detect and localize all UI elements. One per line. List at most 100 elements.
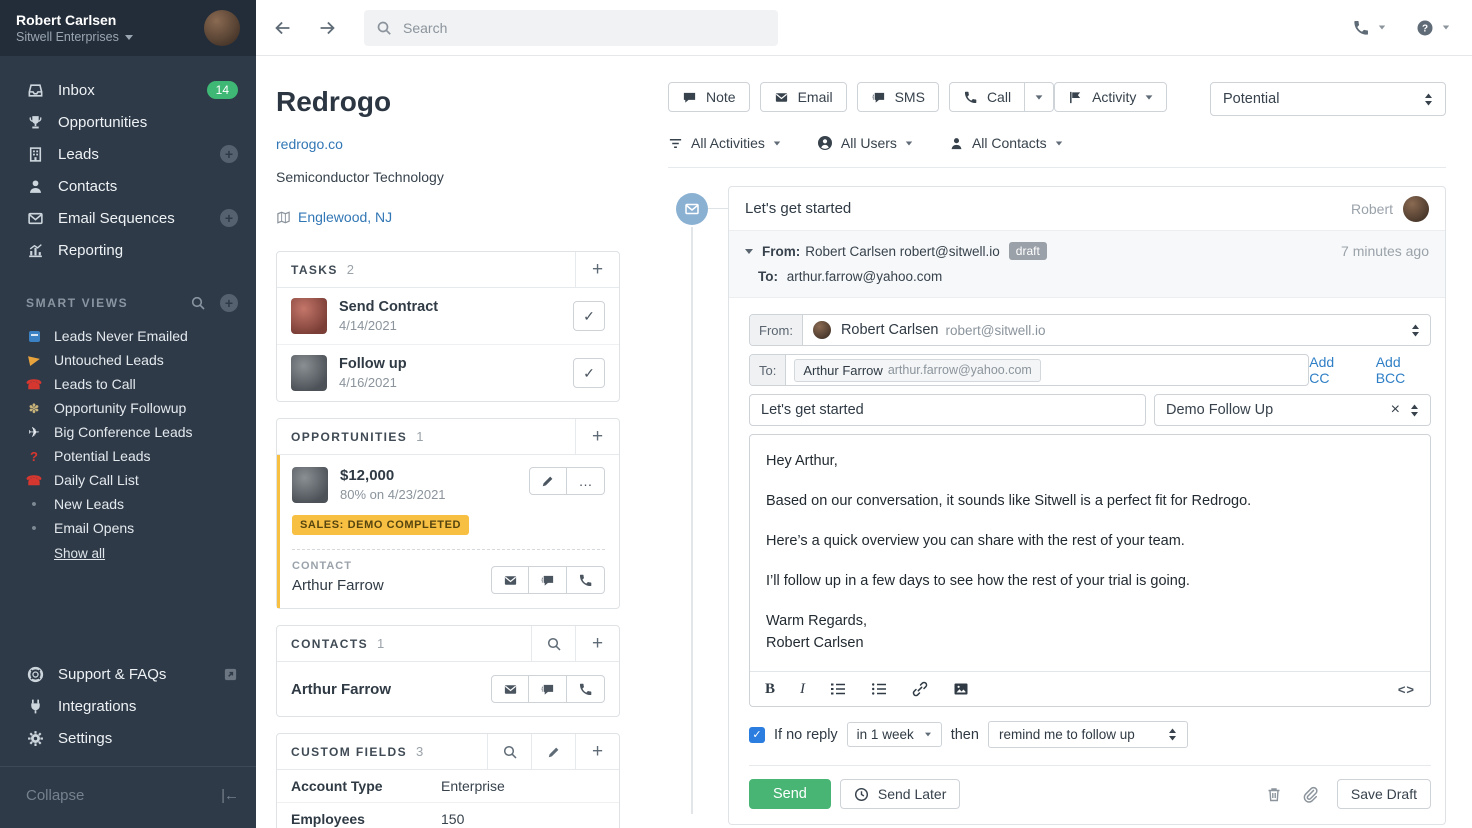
flower-icon: ✽ xyxy=(26,402,42,415)
smart-view-opportunity-followup[interactable]: ✽ Opportunity Followup xyxy=(0,396,256,420)
html-mode-button[interactable]: <> xyxy=(1398,682,1415,697)
sms-contact-button[interactable] xyxy=(529,566,567,594)
smart-view-big-conference-leads[interactable]: ✈ Big Conference Leads xyxy=(0,420,256,444)
email-contact-button[interactable] xyxy=(491,566,529,594)
template-select[interactable]: Demo Follow Up × xyxy=(1154,394,1431,426)
clear-template-icon[interactable]: × xyxy=(1391,401,1400,419)
email-button[interactable]: Email xyxy=(760,82,847,112)
smart-view-untouched-leads[interactable]: Untouched Leads xyxy=(0,348,256,372)
avatar xyxy=(291,355,327,391)
add-custom-field-button[interactable]: + xyxy=(575,734,619,769)
search-smart-views-icon[interactable] xyxy=(190,295,206,311)
save-draft-button[interactable]: Save Draft xyxy=(1337,779,1431,809)
send-later-button[interactable]: Send Later xyxy=(840,779,961,809)
chevron-down-icon xyxy=(1036,95,1043,99)
italic-button[interactable]: I xyxy=(800,681,805,698)
to-field[interactable]: To: Arthur Farrow arthur.farrow@yahoo.co… xyxy=(749,354,1309,386)
smart-views-header: SMART VIEWS + xyxy=(0,294,256,312)
collapse-sidebar-button[interactable]: Collapse |← xyxy=(0,766,256,824)
reminder-checkbox[interactable]: ✓ xyxy=(749,727,765,743)
complete-task-button[interactable]: ✓ xyxy=(573,301,605,331)
smart-view-leads-to-call[interactable]: ☎ Leads to Call xyxy=(0,372,256,396)
send-button[interactable]: Send xyxy=(749,779,831,809)
search-input[interactable] xyxy=(401,19,766,37)
call-options-button[interactable] xyxy=(1025,82,1054,112)
note-button[interactable]: Note xyxy=(668,82,750,112)
delete-draft-icon[interactable] xyxy=(1266,786,1282,803)
add-task-button[interactable]: + xyxy=(575,252,619,287)
sender-email: robert@sitwell.io xyxy=(945,323,1045,338)
filter-all-activities[interactable]: All Activities xyxy=(668,135,781,151)
back-button[interactable] xyxy=(272,17,294,39)
add-smart-view-button[interactable]: + xyxy=(220,294,238,312)
show-all-link[interactable]: Show all xyxy=(0,546,256,561)
ordered-list-button[interactable] xyxy=(830,681,846,697)
note-icon xyxy=(682,90,697,105)
call-contact-button[interactable] xyxy=(567,566,605,594)
recipient-chip[interactable]: Arthur Farrow arthur.farrow@yahoo.com xyxy=(794,359,1040,382)
subject-input[interactable] xyxy=(749,394,1146,426)
lead-description: Semiconductor Technology xyxy=(276,169,620,185)
filter-all-users[interactable]: All Users xyxy=(817,135,913,151)
task-title: Follow up xyxy=(339,356,407,372)
lead-location-link[interactable]: Englewood, NJ xyxy=(298,209,392,225)
sidebar-item-label: Reporting xyxy=(58,242,123,259)
call-contact-button[interactable] xyxy=(567,675,605,703)
sms-button[interactable]: SMS xyxy=(857,82,939,112)
more-options-button[interactable]: … xyxy=(567,467,605,495)
help-menu[interactable]: ? xyxy=(1416,19,1450,37)
image-button[interactable] xyxy=(953,681,969,697)
attachment-icon[interactable] xyxy=(1301,786,1318,803)
email-contact-button[interactable] xyxy=(491,675,529,703)
sidebar-item-support[interactable]: Support & FAQs xyxy=(0,658,256,690)
sidebar: Robert Carlsen Sitwell Enterprises Inbox… xyxy=(0,0,256,828)
smart-view-daily-call-list[interactable]: ☎ Daily Call List xyxy=(0,468,256,492)
add-sequence-button[interactable]: + xyxy=(220,209,238,227)
sidebar-item-settings[interactable]: Settings xyxy=(0,722,256,754)
link-button[interactable] xyxy=(912,681,928,697)
bullet-list-button[interactable] xyxy=(871,681,887,697)
lead-status-select[interactable]: Potential xyxy=(1210,82,1446,116)
collapse-email-icon[interactable] xyxy=(745,249,753,254)
email-body-editor[interactable]: Hey Arthur, Based on our conversation, i… xyxy=(750,435,1430,671)
sidebar-item-opportunities[interactable]: Opportunities xyxy=(0,106,256,138)
sidebar-item-email-sequences[interactable]: Email Sequences + xyxy=(0,202,256,234)
sidebar-item-integrations[interactable]: Integrations xyxy=(0,690,256,722)
phone-menu[interactable] xyxy=(1352,19,1386,37)
lead-website-link[interactable]: redrogo.co xyxy=(276,136,620,152)
sender-name: Robert Carlsen xyxy=(841,322,939,338)
chevron-down-icon xyxy=(774,141,780,145)
edit-custom-fields-button[interactable] xyxy=(531,734,575,769)
to-field-label: To: xyxy=(750,355,786,385)
add-lead-button[interactable]: + xyxy=(220,145,238,163)
smart-view-email-opens[interactable]: • Email Opens xyxy=(0,516,256,540)
edit-opportunity-button[interactable] xyxy=(529,467,567,495)
smart-view-potential-leads[interactable]: ? Potential Leads xyxy=(0,444,256,468)
add-cc-link[interactable]: Add CC xyxy=(1309,354,1355,386)
search-box[interactable] xyxy=(364,10,778,46)
activity-button[interactable]: Activity xyxy=(1054,82,1167,112)
add-opportunity-button[interactable]: + xyxy=(575,419,619,454)
search-custom-fields-button[interactable] xyxy=(487,734,531,769)
avatar[interactable] xyxy=(204,10,240,46)
filter-all-contacts[interactable]: All Contacts xyxy=(949,135,1063,151)
add-contact-button[interactable]: + xyxy=(575,626,619,661)
smart-view-leads-never-emailed[interactable]: Leads Never Emailed xyxy=(0,324,256,348)
sidebar-item-leads[interactable]: Leads + xyxy=(0,138,256,170)
smart-view-new-leads[interactable]: • New Leads xyxy=(0,492,256,516)
add-bcc-link[interactable]: Add BCC xyxy=(1376,354,1431,386)
search-contacts-button[interactable] xyxy=(531,626,575,661)
call-button[interactable]: Call xyxy=(949,82,1025,112)
reminder-window-select[interactable]: in 1 week xyxy=(847,722,942,747)
sidebar-item-reporting[interactable]: Reporting xyxy=(0,234,256,266)
reminder-action-select[interactable]: remind me to follow up xyxy=(988,721,1188,748)
account-switcher[interactable]: Robert Carlsen Sitwell Enterprises xyxy=(0,0,256,56)
complete-task-button[interactable]: ✓ xyxy=(573,358,605,388)
inbox-icon xyxy=(26,82,44,99)
sidebar-item-contacts[interactable]: Contacts xyxy=(0,170,256,202)
forward-button[interactable] xyxy=(316,17,338,39)
from-select[interactable]: From: Robert Carlsen robert@sitwell.io xyxy=(749,314,1431,346)
bold-button[interactable]: B xyxy=(765,681,775,698)
sms-contact-button[interactable] xyxy=(529,675,567,703)
sidebar-item-inbox[interactable]: Inbox 14 xyxy=(0,74,256,106)
